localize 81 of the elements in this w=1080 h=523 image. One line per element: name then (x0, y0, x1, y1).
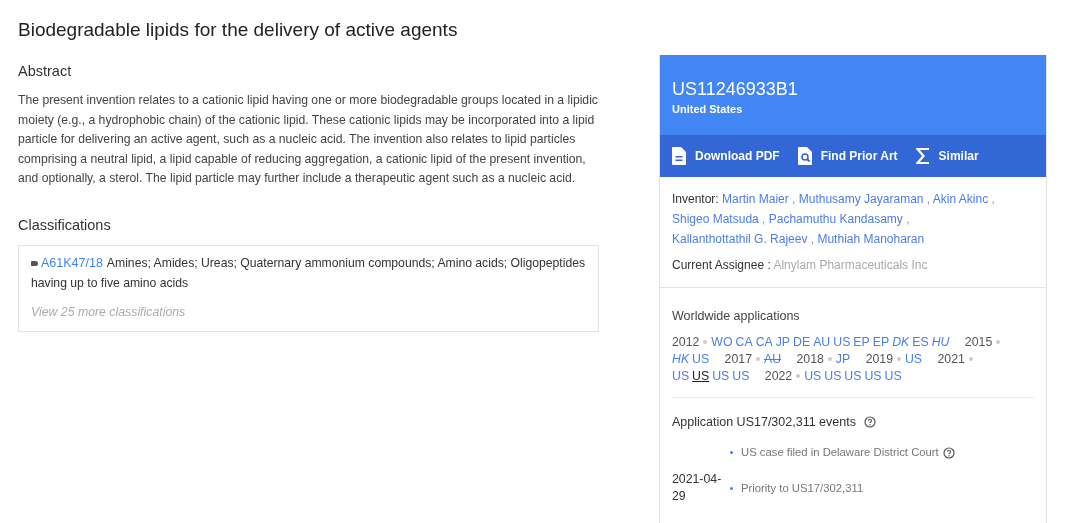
application-link[interactable]: US (864, 369, 882, 383)
application-link[interactable]: US (804, 369, 822, 383)
year-label: 2018 (796, 352, 824, 366)
bullet-icon (730, 486, 733, 490)
dot-icon (755, 356, 760, 361)
application-link[interactable]: US (884, 369, 902, 383)
event-text: Priority to US17/302,311 (741, 480, 864, 496)
inventor-link[interactable]: Martin Maier (722, 192, 789, 206)
separator: , (906, 212, 910, 226)
abstract-text: The present invention relates to a cationic lipid having one or more biodegradable groups located in a lipidic moiety (e.g., a hydrophobic chain) of the cationic lipid. These cationic lipids may be incorporated into a lipid particle for delivering an active agent, such as a nucleic acid. The invention also relates to lipid particles comprising a neutral lipid, a lipid capable of reducing aggregation, a cationic lipid of the present invention, and optionally, a sterol. The lipid particle may further include a therapeutic agent such as a nucleic acid. (18, 92, 599, 188)
classification-entry: A61K47/18 Amines; Amides; Ureas; Quaternary ammonium compounds; Amino acids; Oligopeptides having up to five amino acids (31, 254, 586, 292)
country-name: United States (672, 103, 744, 115)
dot-icon (796, 373, 801, 378)
year-label: 2021 (937, 352, 965, 366)
application-link[interactable]: DE (793, 335, 811, 349)
application-link[interactable]: JP (775, 335, 791, 349)
bullet-icon (730, 451, 733, 454)
inventor-link[interactable]: Pachamuthu Kandasamy (768, 212, 903, 226)
action-button[interactable]: Find Prior Art (797, 147, 898, 165)
application-link[interactable]: CA (755, 335, 773, 349)
application-link[interactable]: HU (931, 335, 950, 349)
application-link[interactable]: US (905, 352, 923, 366)
application-link[interactable]: US (672, 369, 690, 383)
year-label: 2017 (724, 352, 752, 366)
separator: , (762, 212, 766, 226)
action-button[interactable]: Download PDF (672, 147, 780, 165)
application-link[interactable]: WO (711, 335, 733, 349)
inventor-label: Inventor: (672, 192, 719, 206)
application-link[interactable]: US (844, 369, 862, 383)
action-button[interactable]: Similar (915, 147, 979, 165)
magnifier-document-icon (797, 147, 812, 165)
section-heading: Abstract (18, 63, 73, 79)
application-link[interactable]: HK (672, 352, 690, 366)
document-icon (672, 147, 686, 165)
application-link[interactable]: US (833, 335, 851, 349)
application-link[interactable]: EP (853, 335, 870, 349)
inventor-link[interactable]: Muthusamy Jayaraman (798, 192, 924, 206)
application-link[interactable]: US (692, 369, 710, 383)
help-icon[interactable] (863, 416, 876, 428)
dot-icon (897, 356, 901, 361)
inventor-link[interactable]: Muthiah Manoharan (817, 232, 925, 246)
dot-icon (968, 356, 973, 361)
assignee-label: Current Assignee : (672, 258, 771, 272)
classification-link[interactable]: A61K47/18 (41, 255, 103, 270)
sigma-icon (915, 148, 930, 164)
year-label: 2015 (964, 335, 993, 349)
patent-number: US11246933B1 (672, 79, 799, 100)
dot-icon (827, 356, 832, 361)
more-classifications-link[interactable]: View 25 more classifications (31, 303, 186, 323)
inventor-link[interactable]: Akin Akinc (932, 192, 989, 206)
application-link[interactable]: US (824, 369, 842, 383)
separator: , (926, 192, 931, 206)
application-link[interactable]: DK (892, 335, 910, 349)
application-link[interactable]: EP (872, 335, 890, 349)
separator: , (810, 232, 815, 246)
inventor-link[interactable]: Kallanthottathil G. Rajeev (672, 232, 808, 246)
year-label: 2019 (865, 352, 893, 366)
application-link[interactable]: JP (835, 352, 851, 366)
section-heading: Worldwide applications (672, 308, 801, 325)
year-label: 2012 (672, 335, 700, 349)
dot-icon (996, 339, 1001, 344)
assignee-name: Alnylam Pharmaceuticals Inc (773, 258, 928, 272)
application-link[interactable]: US (712, 369, 730, 383)
page-title: Biodegradable lipids for the delivery of active agents (17, 18, 459, 41)
application-link[interactable]: ES (912, 335, 929, 349)
help-icon[interactable] (942, 446, 955, 459)
separator: , (792, 192, 796, 206)
section-heading: Classifications (18, 216, 112, 233)
tag-icon (31, 261, 38, 267)
year-label: 2022 (764, 369, 793, 383)
section-heading: Application US17/302,311 events (672, 414, 856, 431)
event-text: US case filed in Delaware District Court (741, 445, 939, 460)
inventor-link[interactable]: Shigeo Matsuda (672, 212, 759, 226)
application-link[interactable]: CA (735, 335, 753, 349)
application-link[interactable]: US (692, 352, 710, 366)
application-link[interactable]: US (732, 369, 750, 383)
application-link[interactable]: AU (763, 352, 782, 366)
separator: , (991, 192, 995, 206)
event-date: 2021-04-29 (672, 472, 722, 503)
dot-icon (703, 339, 708, 344)
application-link[interactable]: AU (813, 335, 831, 349)
